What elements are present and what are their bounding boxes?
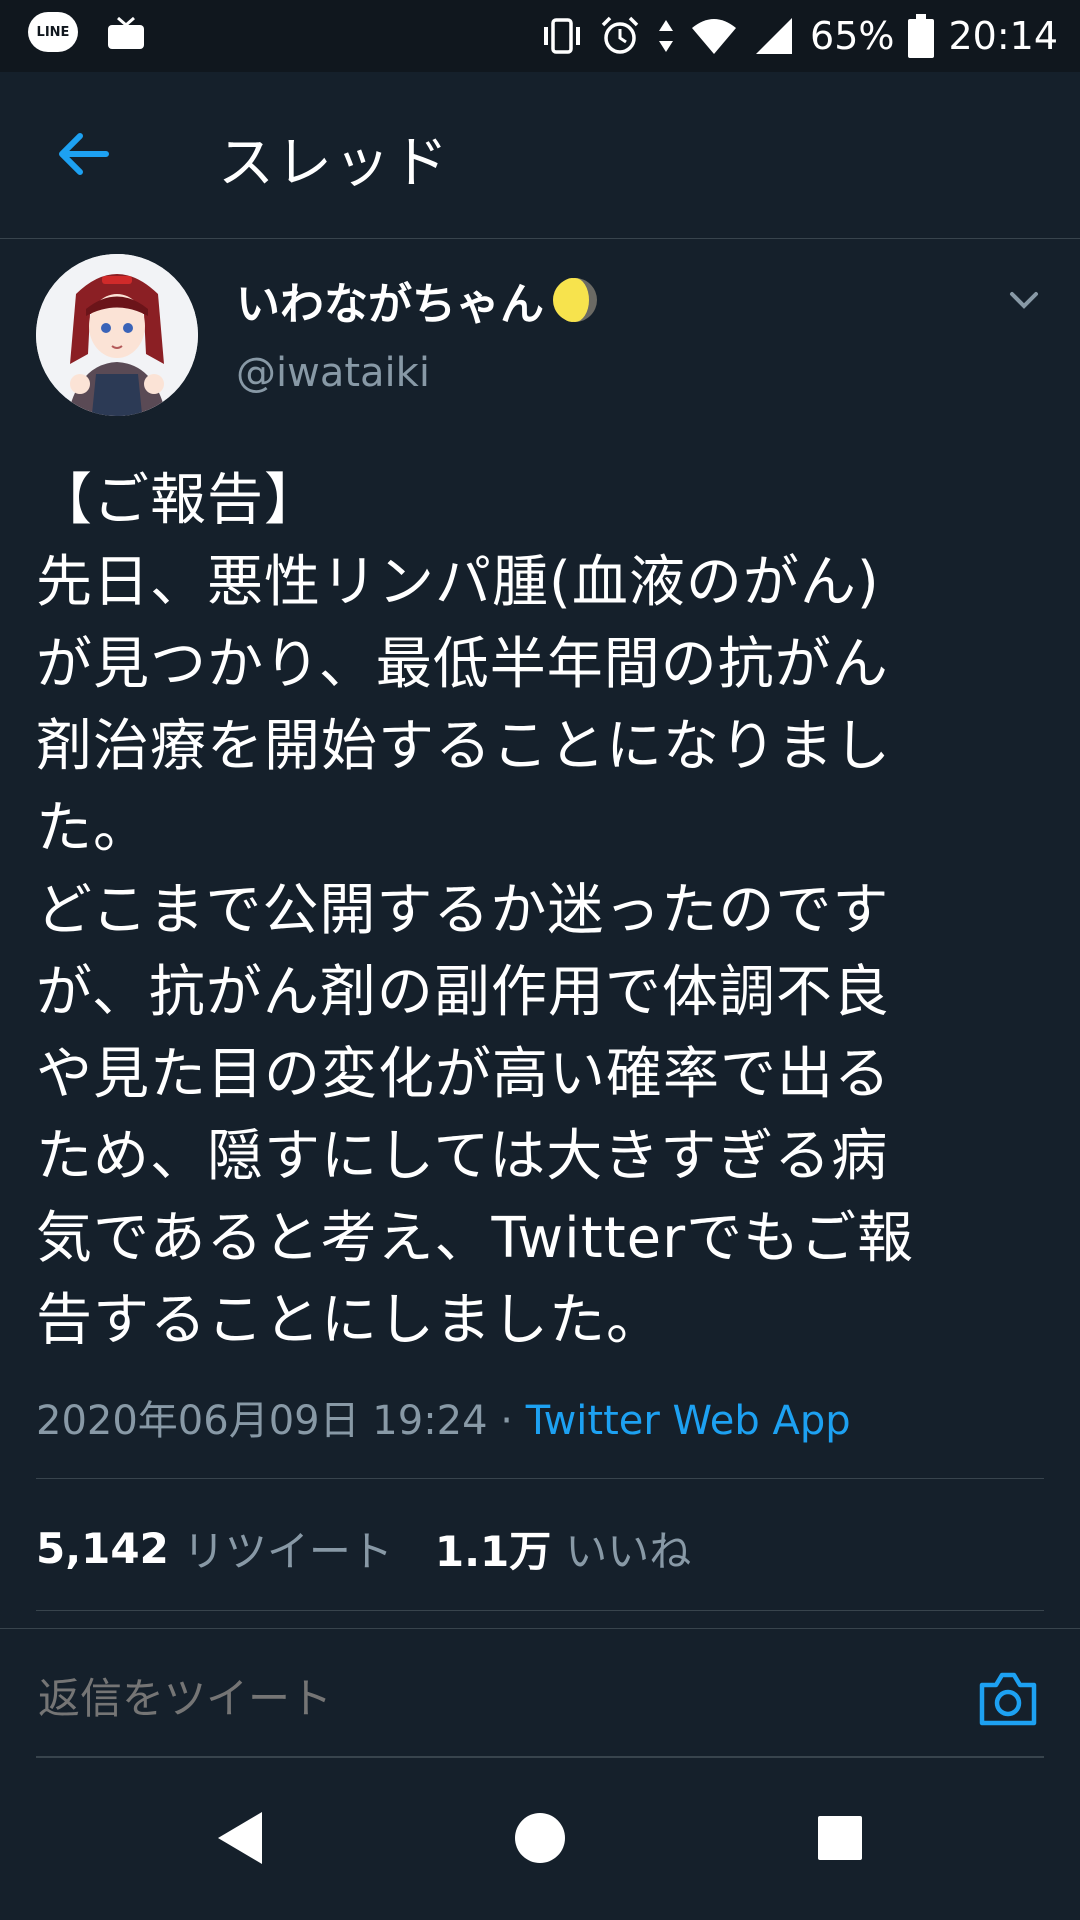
page-title: スレッド [218, 131, 450, 196]
like-count[interactable]: 1.1万 [435, 1518, 551, 1579]
meta-separator: · [487, 1398, 526, 1444]
tweet-meta: 2020年06月09日 19:24 · Twitter Web App [36, 1388, 851, 1446]
user-handle[interactable]: @iwataiki [236, 350, 430, 396]
retweet-label[interactable]: リツイート [183, 1518, 393, 1579]
data-arrows-icon [659, 20, 674, 52]
divider [36, 1478, 1044, 1479]
wifi-icon [692, 19, 737, 54]
line-app-icon: LINE [28, 12, 78, 52]
recents-square-icon[interactable] [810, 1808, 870, 1868]
divider [36, 1610, 1044, 1611]
moon-icon [553, 278, 597, 322]
chevron-down-icon[interactable] [1006, 282, 1042, 318]
alarm-icon [601, 16, 639, 54]
tweet-text: 【ご報告】 先日、悪性リンパ腫(血液のがん) が見つかり、最低半年間の抗がん 剤… [36, 468, 915, 1353]
back-arrow-icon[interactable] [52, 124, 112, 184]
display-name[interactable]: いわながちゃん [236, 268, 600, 332]
status-bar: LINE 65% 20:14 [0, 0, 1080, 72]
tv-icon [108, 16, 144, 49]
tweet-source-link[interactable]: Twitter Web App [526, 1398, 851, 1444]
avatar-image [36, 254, 198, 416]
tweet-datetime: 2020年06月09日 19:24 [36, 1398, 488, 1444]
status-bar-right: 65% 20:14 [540, 10, 1058, 62]
like-label[interactable]: いいね [565, 1518, 691, 1579]
tweet-stats: 5,142 リツイート 1.1万 いいね [36, 1518, 733, 1579]
back-triangle-icon[interactable] [212, 1808, 272, 1868]
display-name-text: いわながちゃん [236, 279, 544, 330]
battery-percent: 65% [810, 14, 895, 58]
app-header: スレッド [0, 72, 1080, 239]
home-circle-icon[interactable] [510, 1808, 570, 1868]
clock: 20:14 [948, 14, 1058, 58]
battery-icon [908, 14, 935, 58]
camera-icon[interactable] [976, 1669, 1040, 1729]
reply-bar [0, 1628, 1080, 1759]
avatar[interactable] [36, 254, 198, 416]
vibrate-icon [544, 18, 581, 54]
reply-input[interactable] [36, 1673, 740, 1724]
retweet-count[interactable]: 5,142 [36, 1524, 169, 1573]
status-bar-left: LINE [28, 12, 146, 52]
signal-icon [756, 18, 793, 54]
system-nav-bar [0, 1758, 1080, 1920]
